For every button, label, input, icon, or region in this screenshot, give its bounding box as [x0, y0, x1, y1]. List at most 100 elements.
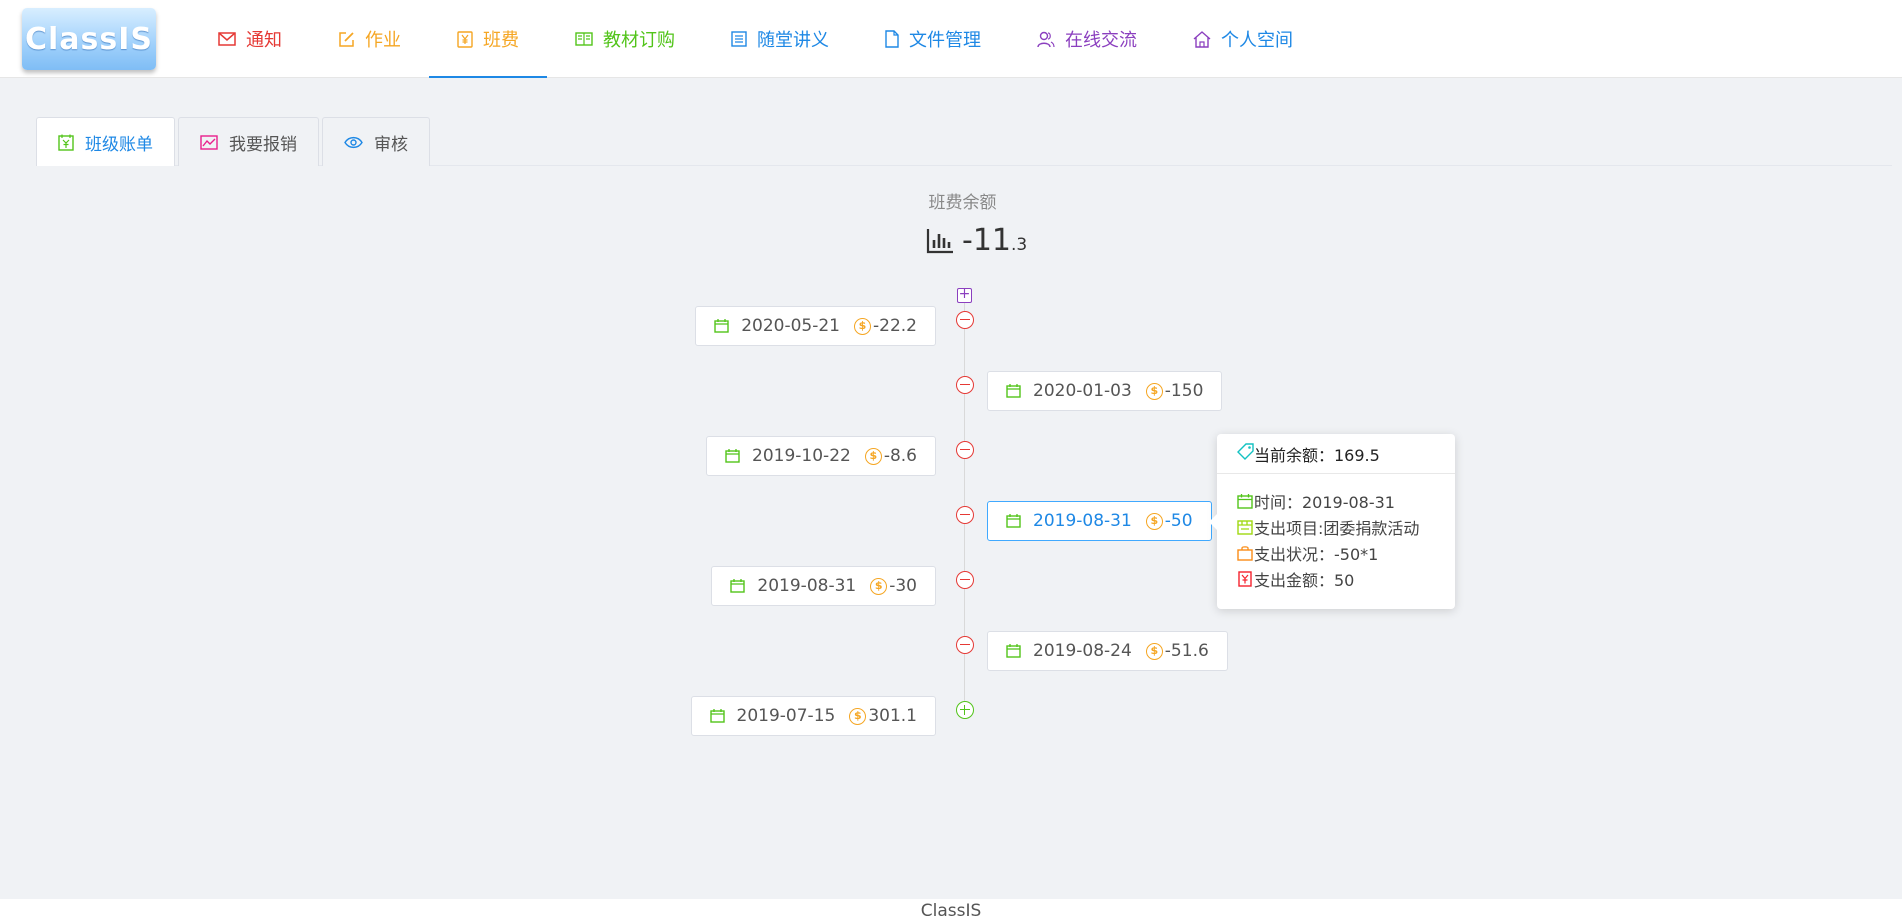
receipt-icon — [1237, 571, 1253, 587]
coin-icon: $ — [864, 447, 882, 465]
timeline-card-selected[interactable]: 2019-08-31 $ -50 — [987, 501, 1212, 541]
yen-icon — [457, 30, 473, 48]
tag-icon — [1237, 443, 1254, 464]
fee-tabs: 班级账单 我要报销 审核 — [36, 117, 433, 166]
ledger-icon — [58, 134, 74, 151]
popover-time: 时间：2019-08-31 — [1254, 493, 1395, 512]
popover-header: 当前余额：169.5 — [1217, 434, 1455, 474]
popover-item: 支出项目:团委捐款活动 — [1254, 519, 1420, 538]
nav-online-chat-label: 在线交流 — [1065, 30, 1137, 51]
app-logo[interactable]: ClassIS — [22, 8, 156, 70]
balance-label: 班费余额 — [928, 193, 997, 213]
footer: ClassIS — [0, 899, 1902, 923]
calendar-icon — [730, 579, 746, 593]
tab-review-label: 审核 — [374, 134, 408, 155]
nav-online-chat[interactable]: 在线交流 — [1009, 0, 1165, 78]
timeline-card[interactable]: 2019-08-31 $ -30 — [711, 566, 936, 606]
top-navbar: ClassIS 通知 作业 班费 教材订购 随堂讲义 文件管理 在线交流 个人空… — [0, 0, 1902, 78]
bag-icon — [1237, 545, 1253, 561]
tab-class-ledger[interactable]: 班级账单 — [36, 117, 175, 166]
timeline-date: 2019-08-24 — [1033, 641, 1132, 661]
timeline-date: 2019-10-22 — [752, 446, 851, 466]
calendar-icon — [1006, 384, 1021, 398]
main-nav: 通知 作业 班费 教材订购 随堂讲义 文件管理 在线交流 个人空间 — [190, 0, 1321, 78]
balance-decimal: .3 — [1011, 235, 1028, 255]
balance-integer: -11 — [962, 223, 1011, 258]
nav-personal-space[interactable]: 个人空间 — [1165, 0, 1321, 78]
timeline-node-expense — [956, 311, 974, 329]
timeline-date: 2020-05-21 — [741, 316, 840, 336]
mail-icon — [218, 32, 236, 46]
bar-chart-icon — [926, 228, 954, 258]
nav-homework[interactable]: 作业 — [310, 0, 429, 78]
calendar-icon — [1006, 644, 1021, 658]
coin-icon: $ — [849, 707, 867, 725]
timeline-amount: -51.6 — [1164, 641, 1209, 661]
tab-class-ledger-label: 班级账单 — [85, 134, 153, 155]
list-icon — [731, 31, 747, 47]
tab-reimburse[interactable]: 我要报销 — [178, 117, 319, 166]
store-icon — [1237, 519, 1253, 535]
popover-current-balance: 当前余额：169.5 — [1254, 445, 1380, 465]
popover-row-status: 支出状况：-50*1 — [1237, 540, 1455, 566]
popover-row-item: 支出项目:团委捐款活动 — [1237, 514, 1455, 540]
nav-class-fee[interactable]: 班费 — [429, 0, 547, 78]
timeline-card[interactable]: 2020-05-21 $ -22.2 — [695, 306, 936, 346]
timeline-node-expense — [956, 376, 974, 394]
coin-icon: $ — [1145, 642, 1163, 660]
popover-status: 支出状况：-50*1 — [1254, 545, 1379, 564]
coin-icon: $ — [854, 317, 871, 335]
calendar-icon — [1006, 514, 1021, 528]
eye-icon — [344, 136, 363, 149]
book-icon — [575, 32, 593, 46]
nav-lecture-notes-label: 随堂讲义 — [757, 30, 829, 51]
home-icon — [1193, 30, 1211, 48]
timeline-node-income — [956, 701, 974, 719]
timeline-amount: -8.6 — [883, 446, 917, 466]
nav-personal-space-label: 个人空间 — [1221, 30, 1293, 51]
popover-row-time: 时间：2019-08-31 — [1237, 488, 1455, 514]
timeline-amount: -50 — [1164, 511, 1193, 531]
timeline-card[interactable]: 2019-07-15 $ 301.1 — [690, 696, 936, 736]
calendar-icon — [714, 319, 729, 333]
nav-class-fee-label: 班费 — [483, 30, 519, 51]
users-icon — [1037, 31, 1055, 48]
coin-icon: $ — [870, 577, 888, 595]
timeline-node-expense — [956, 636, 974, 654]
timeline-date: 2019-08-31 — [1033, 511, 1132, 531]
coin-icon: $ — [1145, 512, 1163, 530]
nav-notice[interactable]: 通知 — [190, 0, 310, 78]
timeline-amount: -30 — [889, 576, 917, 596]
calendar-icon — [1237, 493, 1253, 509]
timeline-card[interactable]: 2020-01-03 $ -150 — [987, 371, 1223, 411]
chart-icon — [200, 134, 218, 150]
coin-icon: $ — [1145, 382, 1163, 400]
tab-review[interactable]: 审核 — [322, 117, 430, 166]
nav-textbook-order[interactable]: 教材订购 — [547, 0, 703, 78]
nav-file-manage[interactable]: 文件管理 — [857, 0, 1009, 78]
popover-amount: 支出金额：50 — [1254, 571, 1355, 590]
timeline-node-expense — [956, 441, 974, 459]
nav-textbook-order-label: 教材订购 — [603, 30, 675, 51]
edit-icon — [338, 31, 355, 48]
nav-lecture-notes[interactable]: 随堂讲义 — [703, 0, 857, 78]
timeline-node-expense — [956, 506, 974, 524]
nav-notice-label: 通知 — [246, 30, 282, 51]
timeline-amount: -150 — [1164, 381, 1204, 401]
timeline-date: 2019-08-31 — [757, 576, 857, 596]
nav-file-manage-label: 文件管理 — [909, 30, 981, 51]
timeline-card[interactable]: 2019-10-22 $ -8.6 — [706, 436, 936, 476]
add-record-button[interactable]: + — [957, 287, 972, 303]
balance-amount: -11 .3 — [926, 224, 1027, 258]
timeline-date: 2019-07-15 — [736, 706, 836, 726]
timeline-date: 2020-01-03 — [1033, 381, 1132, 401]
detail-popover: 当前余额：169.5 时间：2019-08-31 支出项目:团委捐款活动 支出状… — [1209, 434, 1455, 609]
file-icon — [885, 30, 899, 48]
calendar-icon — [709, 709, 725, 723]
nav-homework-label: 作业 — [365, 30, 401, 51]
timeline-amount: 301.1 — [868, 706, 917, 726]
tab-reimburse-label: 我要报销 — [229, 134, 297, 155]
timeline-amount: -22.2 — [873, 316, 917, 336]
timeline-card[interactable]: 2019-08-24 $ -51.6 — [987, 631, 1228, 671]
popover-row-amount: 支出金额：50 — [1237, 566, 1455, 592]
